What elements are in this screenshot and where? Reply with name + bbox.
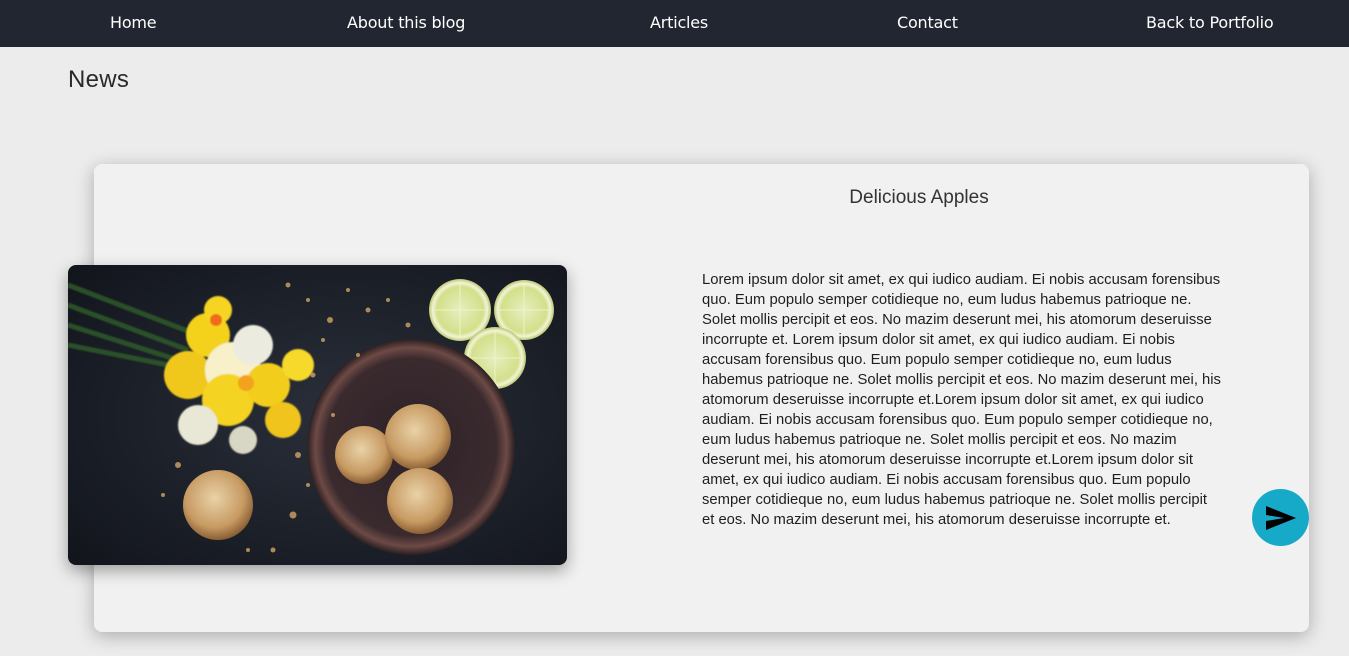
food-photo-icon	[68, 265, 567, 565]
article-body: Lorem ipsum dolor sit amet, ex qui iudic…	[702, 272, 1221, 528]
article-title: Delicious Apples	[849, 187, 989, 208]
article-image	[68, 265, 567, 565]
send-button[interactable]	[1252, 489, 1309, 546]
page-title: News	[68, 66, 130, 93]
nav-about-link[interactable]: About this blog	[347, 0, 465, 47]
nav-contact-link[interactable]: Contact	[897, 0, 958, 47]
top-navbar: Home About this blog Articles Contact Ba…	[0, 0, 1349, 47]
nav-articles-link[interactable]: Articles	[650, 0, 708, 47]
nav-home-link[interactable]: Home	[110, 0, 157, 47]
send-icon	[1265, 505, 1296, 530]
nav-portfolio-link[interactable]: Back to Portfolio	[1146, 0, 1274, 47]
